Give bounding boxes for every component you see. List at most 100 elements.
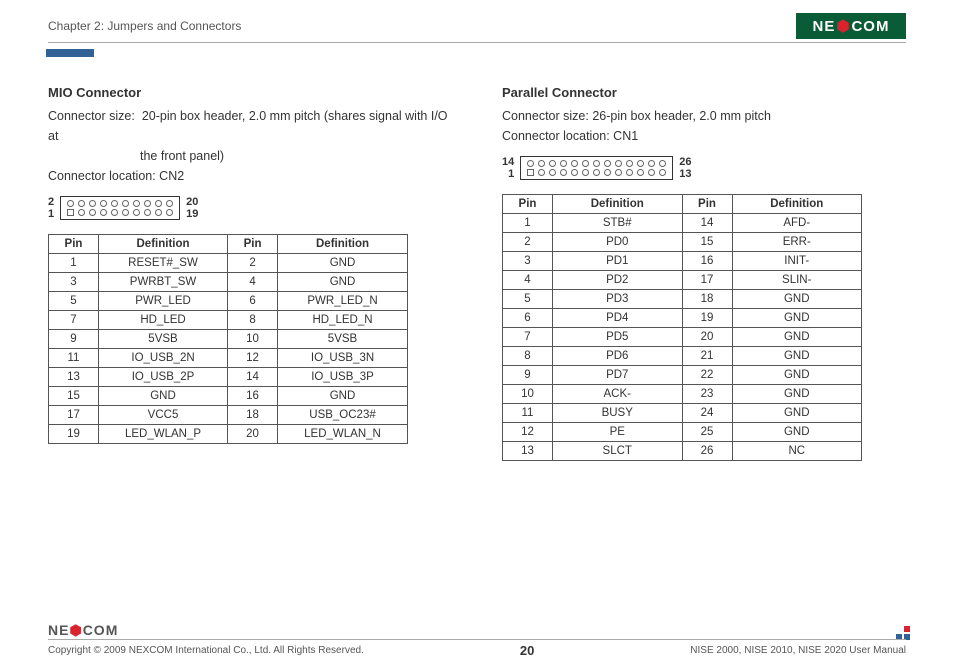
- pin-circle: [111, 209, 118, 216]
- pin-square: [67, 209, 74, 216]
- mio-diag-tr: 20: [186, 196, 198, 208]
- pin-circle: [593, 160, 600, 167]
- cell: 12: [228, 349, 278, 368]
- mio-location: Connector location: CN2: [48, 169, 184, 183]
- cell: SLIN-: [732, 271, 862, 290]
- cell: 9: [49, 330, 99, 349]
- par-diag-tl: 14: [502, 156, 514, 168]
- cell: 2: [503, 233, 553, 252]
- cell: 14: [682, 214, 732, 233]
- table-row: 12PE25GND: [503, 423, 862, 442]
- cell: 2: [228, 254, 278, 273]
- pin-circle: [89, 209, 96, 216]
- pin-circle: [538, 160, 545, 167]
- cell: GND: [732, 404, 862, 423]
- chapter-title: Chapter 2: Jumpers and Connectors: [48, 19, 241, 33]
- cell: 25: [682, 423, 732, 442]
- pin-circle: [648, 160, 655, 167]
- par-diag-br: 13: [679, 168, 691, 180]
- cell: STB#: [553, 214, 683, 233]
- mio-size-value2: the front panel): [48, 146, 452, 166]
- cell: 6: [503, 309, 553, 328]
- cell: IO_USB_2N: [99, 349, 228, 368]
- cell: 4: [503, 271, 553, 290]
- pin-circle: [166, 209, 173, 216]
- cell: 21: [682, 347, 732, 366]
- pin-circle: [155, 209, 162, 216]
- cell: PWR_LED: [99, 292, 228, 311]
- pin-circle: [67, 200, 74, 207]
- cell: LED_WLAN_N: [278, 425, 408, 444]
- cell: 15: [49, 387, 99, 406]
- parallel-location: Connector location: CN1: [502, 129, 638, 143]
- table-row: 1STB#14AFD-: [503, 214, 862, 233]
- cell: 8: [503, 347, 553, 366]
- cell: GND: [278, 387, 408, 406]
- th-pin: Pin: [503, 195, 553, 214]
- table-row: 7HD_LED8HD_LED_N: [49, 311, 408, 330]
- mio-table: Pin Definition Pin Definition 1RESET#_SW…: [48, 234, 408, 444]
- pin-circle: [122, 209, 129, 216]
- mio-diag-tl: 2: [48, 196, 54, 208]
- cell: 7: [49, 311, 99, 330]
- table-row: 3PD116INIT-: [503, 252, 862, 271]
- cell: PD0: [553, 233, 683, 252]
- cell: 9: [503, 366, 553, 385]
- mio-diagram: 2 1 20 19: [48, 196, 452, 220]
- pin-circle: [582, 169, 589, 176]
- pin-square: [527, 169, 534, 176]
- pin-circle: [166, 200, 173, 207]
- pin-circle: [100, 200, 107, 207]
- pin-circle: [637, 169, 644, 176]
- cell: AFD-: [732, 214, 862, 233]
- table-row: 3PWRBT_SW4GND: [49, 273, 408, 292]
- pin-circle: [527, 160, 534, 167]
- cell: 19: [682, 309, 732, 328]
- parallel-pinbox: [520, 156, 673, 180]
- cell: 1: [503, 214, 553, 233]
- pin-circle: [604, 169, 611, 176]
- pin-circle: [155, 200, 162, 207]
- table-row: 5PD318GND: [503, 290, 862, 309]
- cell: 8: [228, 311, 278, 330]
- cell: PD1: [553, 252, 683, 271]
- table-row: 1RESET#_SW2GND: [49, 254, 408, 273]
- cell: 17: [682, 271, 732, 290]
- pin-circle: [111, 200, 118, 207]
- pin-circle: [615, 160, 622, 167]
- table-row: 95VSB105VSB: [49, 330, 408, 349]
- th-def: Definition: [99, 235, 228, 254]
- cell: 26: [682, 442, 732, 461]
- th-pin2: Pin: [228, 235, 278, 254]
- cell: 13: [503, 442, 553, 461]
- cell: IO_USB_3P: [278, 368, 408, 387]
- par-diag-tr: 26: [679, 156, 691, 168]
- table-row: 13IO_USB_2P14IO_USB_3P: [49, 368, 408, 387]
- cell: 12: [503, 423, 553, 442]
- table-row: 19LED_WLAN_P20LED_WLAN_N: [49, 425, 408, 444]
- cell: 16: [682, 252, 732, 271]
- cell: 14: [228, 368, 278, 387]
- accent-bar: [46, 49, 94, 57]
- cell: GND: [732, 290, 862, 309]
- pin-circle: [100, 209, 107, 216]
- table-row: 4PD217SLIN-: [503, 271, 862, 290]
- cell: PE: [553, 423, 683, 442]
- mio-size-label: Connector size:: [48, 109, 135, 123]
- table-row: 15GND16GND: [49, 387, 408, 406]
- pin-circle: [593, 169, 600, 176]
- page-header: Chapter 2: Jumpers and Connectors NE⬢COM: [48, 12, 906, 40]
- cell: 5: [503, 290, 553, 309]
- cell: 4: [228, 273, 278, 292]
- pin-circle: [604, 160, 611, 167]
- cell: HD_LED_N: [278, 311, 408, 330]
- right-column: Parallel Connector Connector size: 26-pi…: [502, 85, 906, 461]
- header-rule: [48, 42, 906, 43]
- cell: GND: [732, 347, 862, 366]
- th-pin2: Pin: [682, 195, 732, 214]
- table-row: 9PD722GND: [503, 366, 862, 385]
- table-row: 11BUSY24GND: [503, 404, 862, 423]
- footer-logo: NE⬢COM: [48, 622, 906, 639]
- mio-desc: Connector size: 20-pin box header, 2.0 m…: [48, 106, 452, 186]
- pin-circle: [571, 169, 578, 176]
